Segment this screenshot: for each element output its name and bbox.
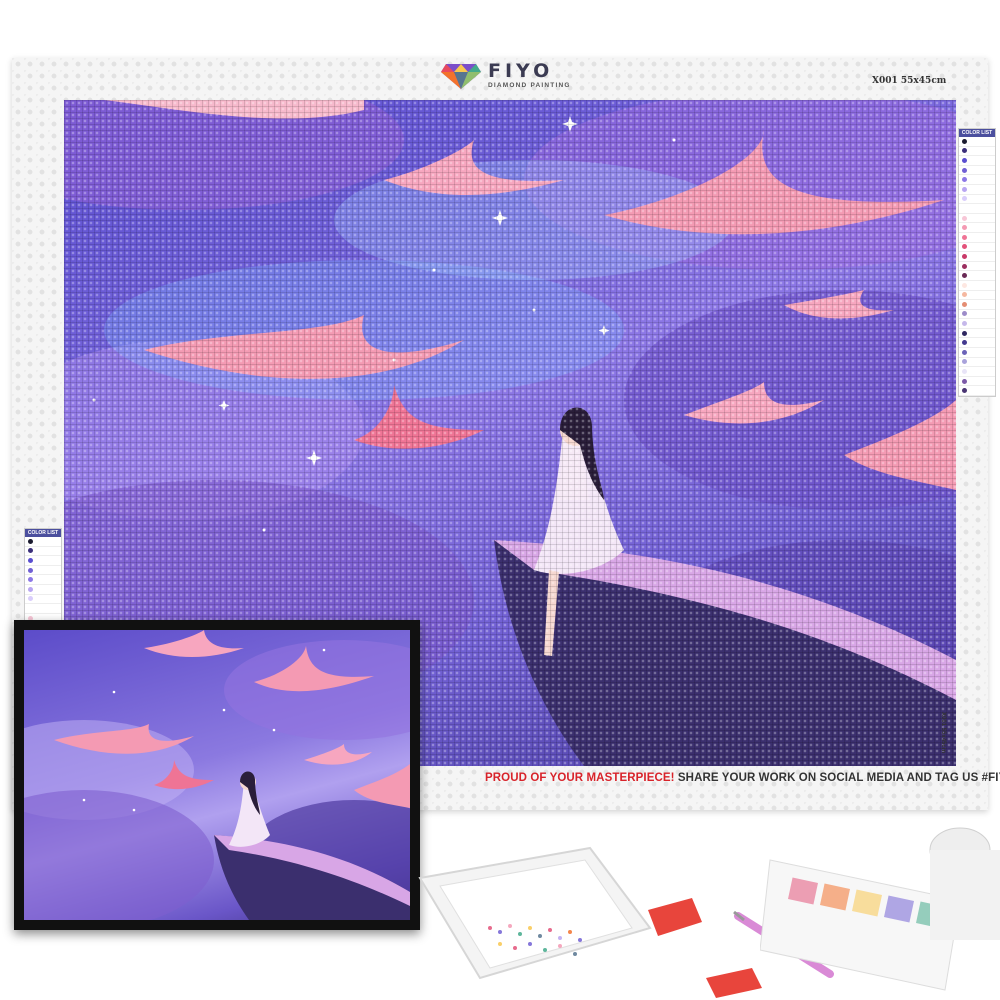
color-list-row [959,223,995,233]
diamond-logo-icon [441,64,481,89]
color-swatch [962,263,967,269]
color-swatch [28,596,33,602]
color-list-row [959,329,995,339]
color-list-row [959,310,995,320]
color-list-row [959,386,995,397]
color-list-row [959,185,995,195]
color-list-row [959,271,995,281]
color-swatch [962,205,967,211]
color-swatch [962,378,967,384]
color-list-row [959,243,995,253]
color-list-row [25,537,61,547]
color-list-row [25,575,61,585]
color-list-row [959,348,995,358]
color-list-row [25,585,61,595]
footer-highlight: PROUD OF YOUR MASTERPIECE! [485,772,675,784]
color-list-row [959,204,995,214]
color-list-row [959,137,995,147]
size-code: X001 55x45cm [872,76,947,86]
reference-print-frame [14,620,420,930]
color-list-row [25,547,61,557]
color-swatch [962,330,967,336]
reference-illustration [24,630,410,920]
brand-tagline: DIAMOND PAINTING [488,82,571,90]
footer-body: SHARE YOUR WORK ON SOCIAL MEDIA AND TAG … [674,772,982,784]
color-swatch [28,605,33,611]
color-swatch [962,148,967,154]
color-list-row [959,195,995,205]
color-list-panel-side: COLOR LIST [24,528,62,634]
color-list-row [959,338,995,349]
color-swatch [962,186,967,192]
brand-name: FIYO [488,60,554,83]
color-swatch [28,557,33,563]
color-swatch [962,388,967,394]
color-list-panel: COLOR LIST [958,128,996,398]
color-swatch [962,138,967,144]
color-list-row [959,262,995,272]
color-list-row [959,252,995,262]
color-swatch [962,157,967,163]
color-swatch [28,577,33,583]
color-list-row [959,377,995,387]
color-list-row [25,595,61,605]
color-swatch [962,340,967,346]
color-list-row [959,156,995,166]
color-swatch [962,167,967,173]
color-list-row [959,319,995,329]
color-swatch [28,567,33,573]
color-list-rows-side [25,537,61,633]
color-swatch [962,273,967,279]
color-swatch [962,369,967,375]
color-list-row [25,566,61,576]
color-list-row [959,358,995,368]
color-swatch [962,253,967,259]
color-list-title-side: COLOR LIST [25,529,61,537]
color-list-row [959,175,995,185]
color-list-row [959,166,995,176]
color-list-row [959,147,995,157]
wax-pad-icon [648,898,702,936]
drill-tray-icon [418,846,652,980]
color-swatch [962,321,967,327]
color-swatch [962,234,967,240]
color-swatch [962,349,967,355]
color-swatch [962,244,967,250]
color-list-row [959,281,995,291]
vertical-size-code: X001 55x45cm [940,712,946,754]
brand-logo: FIYO DIAMOND PAINTING [440,62,571,90]
color-swatch [28,548,33,554]
color-list-rows [959,137,995,397]
color-swatch [28,538,33,544]
color-swatch [962,196,967,202]
footer-message: PROUD OF YOUR MASTERPIECE! SHARE YOUR WO… [485,772,1000,784]
color-list-row [25,604,61,614]
color-list-row [959,233,995,243]
color-list-row [959,367,995,377]
color-swatch [962,215,967,221]
storage-tube-icon [929,827,1000,940]
color-swatch [962,225,967,231]
color-swatch [962,282,967,288]
color-list-title: COLOR LIST [959,129,995,137]
color-swatch [962,292,967,298]
color-swatch [962,177,967,183]
color-list-row [959,214,995,224]
reference-print-image [24,630,410,920]
color-list-row [959,291,995,301]
footer-tag: #FIYO [981,772,1000,784]
color-swatch [962,359,967,365]
color-swatch [962,311,967,317]
color-swatch [962,301,967,307]
color-list-row [25,556,61,566]
color-list-row [959,300,995,310]
color-swatch [28,586,33,592]
